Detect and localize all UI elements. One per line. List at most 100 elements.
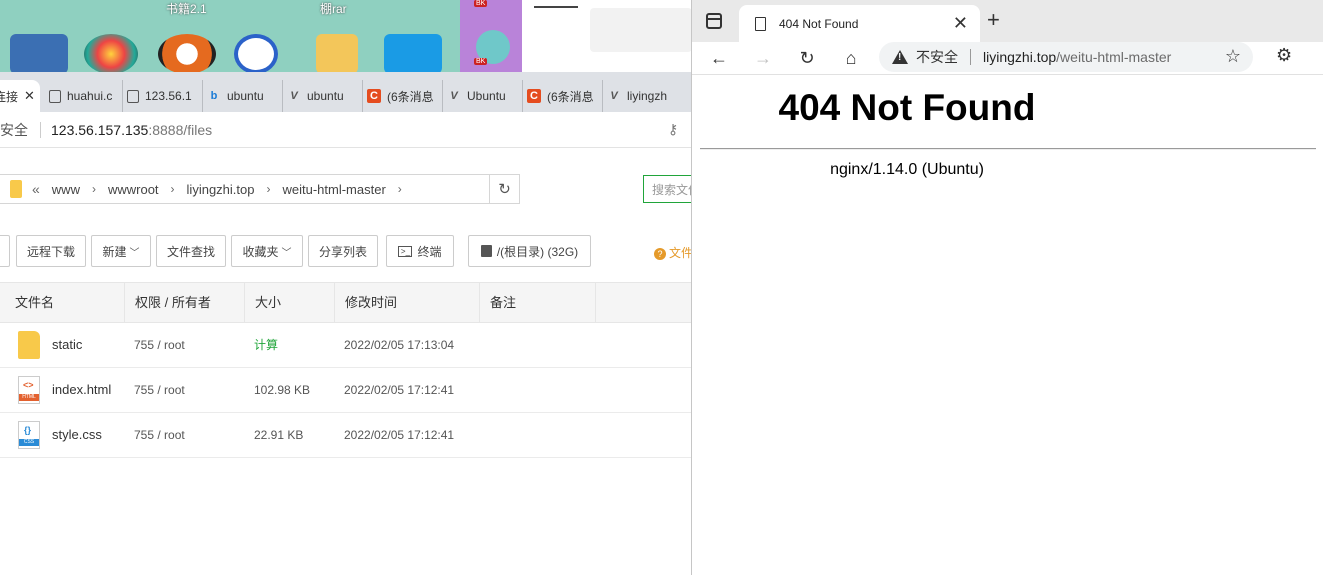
warning-icon[interactable] [892, 50, 908, 64]
folder-icon [10, 180, 22, 198]
desktop-app-icon[interactable] [10, 34, 68, 72]
button-label: 终端 [417, 244, 442, 259]
page-content: 404 Not Found nginx/1.14.0 (Ubuntu) [692, 74, 1323, 575]
address-bar[interactable]: 不安全 liyingzhi.top /weitu-html-master ☆ [879, 42, 1253, 72]
button-label: /(根目录) (32G) [496, 244, 579, 259]
tab[interactable]: C (6条消息 [363, 80, 443, 112]
new-button[interactable]: 新建 ﹀ [91, 235, 151, 267]
background-card [590, 8, 692, 52]
disk-button[interactable]: /(根目录) (32G) [468, 235, 591, 267]
tab-actions-icon[interactable] [706, 13, 722, 29]
blue-app-icon[interactable] [384, 34, 442, 72]
toolbar-button[interactable] [0, 235, 10, 267]
forward-icon[interactable]: → [750, 45, 776, 71]
tab-active[interactable]: 404 Not Found ✕ [739, 5, 980, 42]
reload-icon[interactable]: ↻ [794, 45, 820, 71]
column-header[interactable]: 权限 / 所有者 [125, 283, 245, 323]
file-permission[interactable]: 755 / root [134, 368, 185, 412]
desktop-background: 书籍2.1 棚rar BK BK [0, 0, 700, 72]
close-icon[interactable]: ✕ [953, 14, 968, 32]
desktop-icon-label: 书籍2.1 [166, 2, 207, 16]
table-row[interactable]: static 755 / root 计算 2022/02/05 17:13:04 [0, 323, 691, 368]
tab-label: Ubuntu [467, 89, 506, 103]
breadcrumb-item[interactable]: www [52, 182, 80, 197]
home-icon[interactable]: ⌂ [838, 45, 864, 71]
terminal-button[interactable]: >_ 终端 [386, 235, 454, 267]
tab-label: 连接 [0, 89, 19, 104]
extensions-icon[interactable]: ⚙ [1276, 45, 1292, 66]
tab-label: (6条消息 [387, 89, 434, 104]
cat-app-icon[interactable] [158, 34, 216, 72]
table-row[interactable]: <> HTML index.html 755 / root 102.98 KB 2… [0, 368, 691, 413]
close-icon[interactable]: ✕ [24, 88, 35, 104]
tab[interactable]: b ubuntu [203, 80, 283, 112]
file-name[interactable]: static [52, 323, 82, 367]
button-label: 新建 [102, 244, 127, 259]
refresh-icon: ↻ [498, 181, 511, 198]
right-browser-window: 404 Not Found ✕ + ← → ↻ ⌂ 不安全 liyingzhi.… [691, 0, 1323, 575]
desktop-dock-strip: BK BK [460, 0, 522, 72]
url-host: 123.56.157.135 [51, 121, 149, 138]
csdn-icon: C [367, 89, 381, 103]
favorites-button[interactable]: 收藏夹 ﹀ [231, 235, 303, 267]
file-name[interactable]: style.css [52, 413, 102, 457]
breadcrumb-item[interactable]: weitu-html-master [282, 182, 385, 197]
column-header[interactable]: 修改时间 [335, 283, 480, 323]
file-toolbar: 远程下载 新建 ﹀ 文件查找 收藏夹 ﹀ 分享列表 >_ 终端 /(根目录) (… [0, 235, 691, 267]
table-header: 文件名 权限 / 所有者 大小 修改时间 备注 [0, 282, 691, 323]
tab[interactable]: V ubuntu [283, 80, 363, 112]
file-mtime: 2022/02/05 17:12:41 [344, 383, 455, 397]
new-tab-icon[interactable]: + [987, 9, 1000, 31]
column-header[interactable]: 大小 [245, 283, 335, 323]
double-chevron-icon[interactable]: « [32, 181, 40, 197]
back-icon[interactable]: ← [706, 45, 732, 71]
breadcrumb-item[interactable]: wwwroot [108, 182, 159, 197]
badge: BK [474, 58, 488, 65]
remote-download-button[interactable]: 远程下载 [16, 235, 86, 267]
u-icon: V [290, 90, 298, 102]
tab-label: 404 Not Found [779, 16, 859, 31]
share-list-button[interactable]: 分享列表 [308, 235, 378, 267]
chevron-down-icon: ﹀ [281, 247, 292, 259]
column-header[interactable]: 文件名 [5, 283, 125, 323]
tab-strip: 404 Not Found ✕ + [692, 0, 1323, 42]
chevron-right-icon: › [91, 182, 96, 196]
disk-icon [480, 245, 492, 257]
refresh-button[interactable]: ↻ [489, 175, 519, 203]
file-search-button[interactable]: 文件查找 [156, 235, 226, 267]
divider [970, 49, 971, 65]
tab[interactable]: 123.56.1 [123, 80, 203, 112]
column-header[interactable]: 备注 [480, 283, 596, 323]
table-row[interactable]: {} CSS style.css 755 / root 22.91 KB 2022… [0, 413, 691, 458]
file-size: 102.98 KB [254, 383, 311, 397]
tab-active[interactable]: 连接 ✕ [0, 80, 40, 112]
shortcut-app-icon[interactable] [234, 34, 278, 72]
folder-app-icon[interactable] [316, 34, 358, 72]
tab[interactable]: huahui.c [45, 80, 123, 112]
search-input[interactable]: 搜索文件 [643, 175, 691, 203]
desktop-icon-label: 棚rar [320, 2, 347, 16]
docs-link[interactable]: ? 文件 [654, 244, 691, 261]
color-wheel-app-icon[interactable] [84, 34, 138, 72]
chevron-right-icon: › [170, 182, 175, 196]
tab-label: 123.56.1 [145, 89, 192, 103]
file-permission[interactable]: 755 / root [134, 413, 185, 457]
security-label: 安全 [0, 121, 28, 138]
css-file-icon: {} CSS [18, 421, 40, 449]
file-name[interactable]: index.html [52, 368, 111, 412]
left-browser-window: 连接 ✕ huahui.c 123.56.1 b ubuntu V ubuntu… [0, 72, 691, 575]
html-file-icon: <> HTML [18, 376, 40, 404]
tab-label: huahui.c [67, 89, 113, 103]
add-favorite-icon[interactable]: ☆ [1225, 47, 1241, 65]
folder-icon [18, 331, 40, 359]
chevron-right-icon: › [397, 182, 402, 196]
page-icon [755, 16, 766, 31]
browser-toolbar: ← → ↻ ⌂ 不安全 liyingzhi.top /weitu-html-ma… [692, 42, 1323, 74]
breadcrumb-item[interactable]: liyingzhi.top [187, 182, 255, 197]
breadcrumb: « www › wwwroot › liyingzhi.top › weitu-… [0, 174, 520, 204]
file-permission[interactable]: 755 / root [134, 323, 185, 367]
calculate-size-link[interactable]: 计算 [254, 323, 278, 367]
button-label: 远程下载 [26, 244, 75, 259]
url-path: /weitu-html-master [1056, 49, 1172, 65]
file-mtime: 2022/02/05 17:13:04 [344, 338, 455, 352]
